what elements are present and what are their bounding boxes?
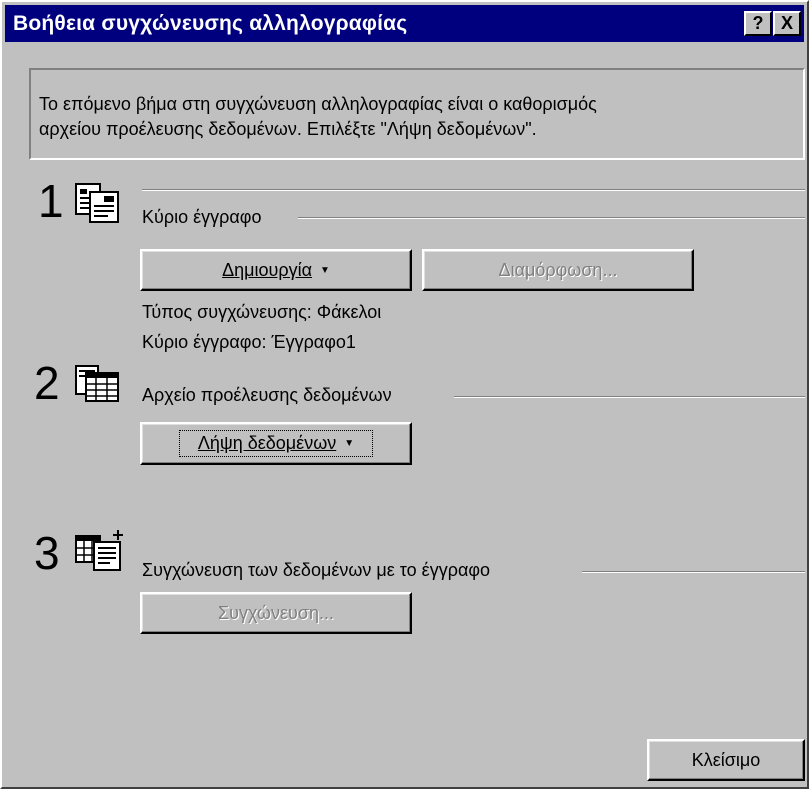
step-3-number: 3 bbox=[34, 527, 60, 579]
main-document-name-text: Κύριο έγγραφο: Έγγραφο1 bbox=[142, 332, 356, 352]
get-data-button-label: Λήψη δεδομένων bbox=[197, 433, 337, 453]
edit-button-label: Διαμόρφωση... bbox=[498, 259, 618, 280]
step-1-number: 1 bbox=[38, 175, 64, 227]
step-3-rule bbox=[582, 571, 805, 573]
create-button-label: Δημιουργία bbox=[222, 259, 312, 280]
get-data-focus-ring: Λήψη δεδομένων ▼ bbox=[178, 430, 374, 457]
step-3-label: Συγχώνευση των δεδομένων με το έγγραφο bbox=[142, 560, 499, 581]
merge-button-label: Συγχώνευση... bbox=[218, 602, 334, 623]
step-1-rule bbox=[298, 217, 805, 219]
merge-button[interactable]: Συγχώνευση... bbox=[140, 592, 412, 634]
main-document-icon bbox=[75, 183, 119, 223]
mail-merge-helper-dialog: Βοήθεια συγχώνευσης αλληλογραφίας ? X Το… bbox=[0, 0, 809, 789]
close-window-button[interactable]: X bbox=[773, 11, 801, 36]
help-button[interactable]: ? bbox=[744, 11, 772, 36]
step-1-separator bbox=[142, 189, 805, 191]
merge-type-text: Τύπος συγχώνευσης: Φάκελοι bbox=[142, 302, 382, 322]
merge-data-icon bbox=[75, 530, 123, 571]
instructions-line-2: αρχείου προέλευσης δεδομένων. Επιλέξτε "… bbox=[39, 119, 537, 139]
step-2-label: Αρχείο προέλευσης δεδομένων bbox=[142, 385, 400, 406]
close-button[interactable]: Κλείσιμο bbox=[647, 739, 805, 781]
instructions-box: Το επόμενο βήμα στη συγχώνευση αλληλογρα… bbox=[29, 68, 805, 160]
step-1-label: Κύριο έγγραφο bbox=[142, 207, 270, 228]
edit-main-document-button[interactable]: Διαμόρφωση... bbox=[422, 249, 694, 291]
dropdown-arrow-icon: ▼ bbox=[344, 438, 355, 449]
title-bar[interactable]: Βοήθεια συγχώνευσης αλληλογραφίας ? X bbox=[5, 5, 804, 42]
step-2-rule bbox=[454, 396, 805, 398]
create-button[interactable]: Δημιουργία ▼ bbox=[140, 249, 412, 291]
dropdown-arrow-icon: ▼ bbox=[320, 264, 330, 276]
get-data-button[interactable]: Λήψη δεδομένων ▼ bbox=[140, 422, 412, 465]
step-2-number: 2 bbox=[34, 357, 60, 409]
instructions-line-1: Το επόμενο βήμα στη συγχώνευση αλληλογρα… bbox=[39, 94, 597, 114]
close-button-label: Κλείσιμο bbox=[691, 749, 761, 770]
data-source-icon bbox=[75, 365, 119, 402]
window-title: Βοήθεια συγχώνευσης αλληλογραφίας bbox=[13, 11, 408, 35]
